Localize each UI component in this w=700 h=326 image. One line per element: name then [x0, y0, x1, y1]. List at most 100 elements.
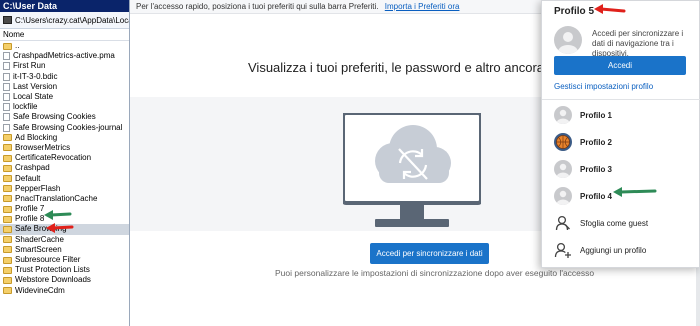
profile-label: Profilo 4 — [580, 191, 613, 201]
folder-icon — [3, 225, 12, 233]
red-arrow-icon — [594, 4, 626, 14]
item-name: SmartScreen — [15, 244, 62, 254]
sync-settings-note: Puoi personalizzare le impostazioni di s… — [275, 268, 595, 278]
folder-item[interactable]: WidevineCdm — [0, 286, 129, 296]
signin-description: Accedi per sincronizzare i dati di navig… — [592, 29, 684, 58]
file-item[interactable]: lockfile — [0, 102, 129, 112]
sync-signin-button[interactable]: Accedi per sincronizzare i dati — [370, 243, 489, 264]
folder-icon — [3, 175, 12, 183]
folder-icon — [3, 287, 12, 295]
file-item[interactable]: Last Version — [0, 82, 129, 92]
profile-flyout: Profilo 5 Accedi per sincronizzare i dat… — [541, 0, 700, 268]
profile-item-2[interactable]: Profilo 2 — [542, 131, 700, 153]
address-path-text: C:\Users\crazy.cat\AppData\Local\M — [15, 15, 129, 25]
guest-icon — [555, 215, 570, 231]
folder-item[interactable]: Trust Protection Lists — [0, 265, 129, 275]
item-name: Safe Browsing Cookies — [13, 112, 96, 122]
file-item[interactable]: Safe Browsing Cookies — [0, 112, 129, 122]
file-icon — [3, 113, 10, 122]
menu-divider — [542, 99, 700, 100]
folder-item[interactable]: ShaderCache — [0, 235, 129, 245]
person-avatar-icon — [558, 32, 578, 54]
import-favorites-link[interactable]: Importa i Preferiti ora — [385, 2, 460, 11]
file-icon — [3, 72, 10, 81]
signin-button[interactable]: Accedi — [554, 56, 686, 75]
file-item[interactable]: CrashpadMetrics-active.pma — [0, 51, 129, 61]
current-profile-avatar — [554, 26, 582, 54]
file-item[interactable]: Safe Browsing Cookies-journal — [0, 123, 129, 133]
folder-icon — [3, 236, 12, 244]
item-name: lockfile — [13, 102, 38, 112]
folder-icon — [3, 134, 12, 142]
folder-icon — [3, 205, 12, 213]
item-name: Trust Protection Lists — [15, 265, 90, 275]
screenshot-root: C:\User Data C:\Users\crazy.cat\AppData\… — [0, 0, 700, 326]
person-avatar-icon — [554, 106, 572, 124]
item-name: ShaderCache — [15, 234, 64, 244]
sync-monitor-illustration — [343, 113, 481, 227]
add-person-icon — [554, 242, 571, 258]
item-name: Default — [15, 173, 41, 183]
item-name: Last Version — [13, 81, 58, 91]
folder-item[interactable]: .. — [0, 41, 129, 51]
folder-icon — [3, 195, 12, 203]
person-avatar-icon — [554, 160, 572, 178]
column-header-name[interactable]: Nome — [0, 29, 129, 41]
folder-icon — [3, 276, 12, 284]
item-name: CrashpadMetrics-active.pma — [13, 51, 115, 61]
item-name: it-IT-3-0.bdic — [13, 71, 58, 81]
folder-item[interactable]: Ad Blocking — [0, 133, 129, 143]
folder-item[interactable]: Crashpad — [0, 163, 129, 173]
folder-item[interactable]: BrowserMetrics — [0, 143, 129, 153]
folder-icon — [3, 185, 12, 193]
folder-item[interactable]: PepperFlash — [0, 184, 129, 194]
file-icon — [3, 82, 10, 91]
item-name: Profile 7 — [15, 204, 45, 214]
folder-icon — [3, 42, 12, 50]
address-path-bar[interactable]: C:\Users\crazy.cat\AppData\Local\M — [0, 12, 129, 29]
folder-icon — [3, 144, 12, 152]
item-name: First Run — [13, 61, 46, 71]
green-arrow-icon — [44, 210, 72, 220]
folder-icon — [3, 256, 12, 264]
file-icon — [3, 93, 10, 102]
folder-icon — [3, 266, 12, 274]
basketball-avatar-icon — [554, 133, 572, 151]
green-arrow-icon — [613, 187, 657, 197]
folder-item[interactable]: SmartScreen — [0, 245, 129, 255]
drive-icon — [3, 16, 12, 24]
file-list: .. CrashpadMetrics-active.pma First Run it-… — [0, 41, 129, 296]
folder-item[interactable]: Subresource Filter — [0, 255, 129, 265]
folder-icon — [3, 154, 12, 162]
item-name: Subresource Filter — [15, 255, 81, 265]
folder-icon — [3, 164, 12, 172]
folder-icon — [3, 246, 12, 254]
file-item[interactable]: Local State — [0, 92, 129, 102]
folder-item[interactable]: CertificateRevocation — [0, 153, 129, 163]
browse-as-guest-item[interactable]: Sfoglia come guest — [542, 212, 700, 234]
folder-item[interactable]: PnaclTranslationCache — [0, 194, 129, 204]
guest-label: Sfoglia come guest — [580, 218, 649, 228]
file-icon — [3, 52, 10, 61]
item-name: Crashpad — [15, 163, 50, 173]
file-item[interactable]: First Run — [0, 61, 129, 71]
manage-profile-settings-link[interactable]: Gestisci impostazioni profilo — [554, 82, 653, 91]
folder-item[interactable]: Webstore Downloads — [0, 275, 129, 285]
profile-label: Profilo 2 — [580, 137, 613, 147]
item-name: CertificateRevocation — [15, 153, 92, 163]
file-icon — [3, 103, 10, 112]
profile-item-1[interactable]: Profilo 1 — [542, 104, 700, 126]
profile-label: Profilo 3 — [580, 164, 613, 174]
item-name: Safe Browsing Cookies-journal — [13, 122, 123, 132]
file-icon — [3, 62, 10, 71]
add-profile-item[interactable]: Aggiungi un profilo — [542, 239, 700, 261]
profile-item-3[interactable]: Profilo 3 — [542, 158, 700, 180]
file-icon — [3, 123, 10, 132]
folder-item[interactable]: Default — [0, 173, 129, 183]
item-name: PnaclTranslationCache — [15, 193, 98, 203]
item-name: Ad Blocking — [15, 132, 58, 142]
item-name: Webstore Downloads — [15, 275, 91, 285]
file-item[interactable]: it-IT-3-0.bdic — [0, 72, 129, 82]
item-name: BrowserMetrics — [15, 142, 71, 152]
current-profile-title: Profilo 5 — [554, 6, 595, 17]
